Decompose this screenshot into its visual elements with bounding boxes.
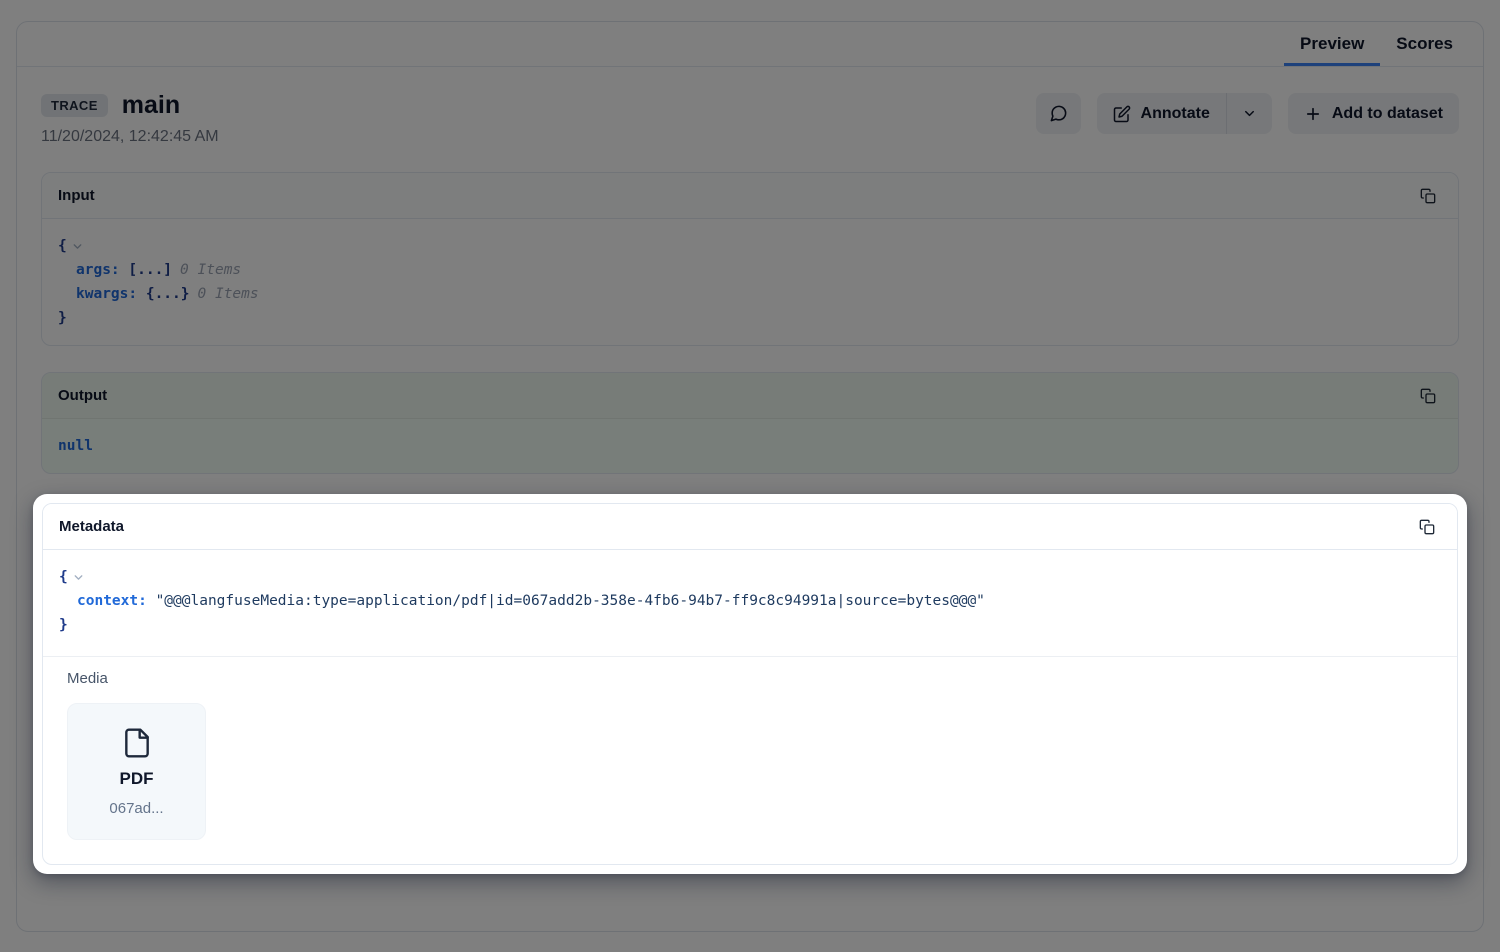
trace-header-left: TRACE main 11/20/2024, 12:42:45 AM — [41, 91, 219, 146]
input-panel: Input { args: [...] 0 Items kwargs: — [41, 172, 1459, 346]
chevron-down-icon — [1242, 106, 1257, 121]
input-panel-header: Input — [42, 173, 1458, 219]
metadata-panel-header: Metadata — [43, 504, 1457, 550]
tab-scores-label: Scores — [1396, 34, 1453, 54]
media-file-id: 067ad... — [109, 800, 163, 817]
trace-header: TRACE main 11/20/2024, 12:42:45 AM Annot… — [41, 91, 1459, 146]
output-json-viewer: null — [42, 419, 1458, 473]
copy-metadata-button[interactable] — [1413, 513, 1441, 541]
annotate-split-button: Annotate — [1097, 93, 1272, 134]
tab-preview-label: Preview — [1300, 34, 1364, 54]
tab-bar: Preview Scores — [17, 22, 1483, 67]
json-value: {...} — [146, 282, 190, 306]
output-panel-header: Output — [42, 373, 1458, 419]
annotate-label: Annotate — [1141, 105, 1210, 123]
copy-icon — [1420, 388, 1436, 404]
output-panel-title: Output — [58, 387, 107, 404]
trace-type-badge: TRACE — [41, 94, 108, 117]
collapse-toggle-icon[interactable] — [72, 571, 85, 584]
json-open-brace: { — [58, 234, 67, 258]
output-panel: Output null — [41, 372, 1459, 474]
metadata-json-viewer: { context: "@@@langfuseMedia:type=applic… — [43, 550, 1457, 637]
comment-icon — [1049, 104, 1068, 123]
output-null-value: null — [58, 434, 93, 458]
annotate-button[interactable]: Annotate — [1097, 93, 1226, 134]
json-close-brace: } — [58, 306, 67, 330]
trace-actions: Annotate Add to dataset — [1036, 91, 1459, 134]
input-json-viewer: { args: [...] 0 Items kwargs: {...} 0 It… — [42, 219, 1458, 345]
media-file-card[interactable]: PDF 067ad... — [67, 703, 206, 840]
collapse-toggle-icon[interactable] — [71, 240, 84, 253]
plus-icon — [1304, 105, 1322, 123]
json-value: [...] — [128, 258, 172, 282]
json-string-value: "@@@langfuseMedia:type=application/pdf|i… — [156, 589, 985, 613]
metadata-spotlight: Metadata { context: "@@@langfuseMedia:ty… — [33, 494, 1467, 874]
media-section-label: Media — [67, 670, 1433, 687]
input-panel-title: Input — [58, 187, 95, 204]
comment-button[interactable] — [1036, 93, 1081, 134]
json-key: context: — [77, 589, 147, 613]
copy-input-button[interactable] — [1414, 182, 1442, 210]
json-item-count: 0 Items — [198, 282, 259, 306]
trace-timestamp: 11/20/2024, 12:42:45 AM — [41, 128, 219, 146]
annotate-dropdown-button[interactable] — [1226, 93, 1272, 134]
metadata-panel: Metadata { context: "@@@langfuseMedia:ty… — [42, 503, 1458, 865]
json-key: kwargs: — [76, 282, 137, 306]
trace-content: TRACE main 11/20/2024, 12:42:45 AM Annot… — [17, 67, 1483, 898]
tab-preview[interactable]: Preview — [1284, 22, 1380, 66]
json-close-brace: } — [59, 613, 68, 637]
media-section: Media PDF 067ad... — [43, 656, 1457, 864]
json-key: args: — [76, 258, 120, 282]
annotate-pen-icon — [1113, 105, 1131, 123]
json-open-brace: { — [59, 565, 68, 589]
tab-scores[interactable]: Scores — [1380, 22, 1469, 66]
copy-icon — [1419, 519, 1435, 535]
media-file-type: PDF — [120, 769, 154, 789]
add-to-dataset-label: Add to dataset — [1332, 105, 1443, 123]
file-icon — [121, 727, 153, 759]
trace-detail-container: Preview Scores TRACE main 11/20/2024, 12… — [16, 21, 1484, 932]
copy-output-button[interactable] — [1414, 382, 1442, 410]
add-to-dataset-button[interactable]: Add to dataset — [1288, 93, 1459, 134]
trace-title: main — [122, 91, 180, 120]
json-item-count: 0 Items — [180, 258, 241, 282]
copy-icon — [1420, 188, 1436, 204]
metadata-panel-title: Metadata — [59, 518, 124, 535]
